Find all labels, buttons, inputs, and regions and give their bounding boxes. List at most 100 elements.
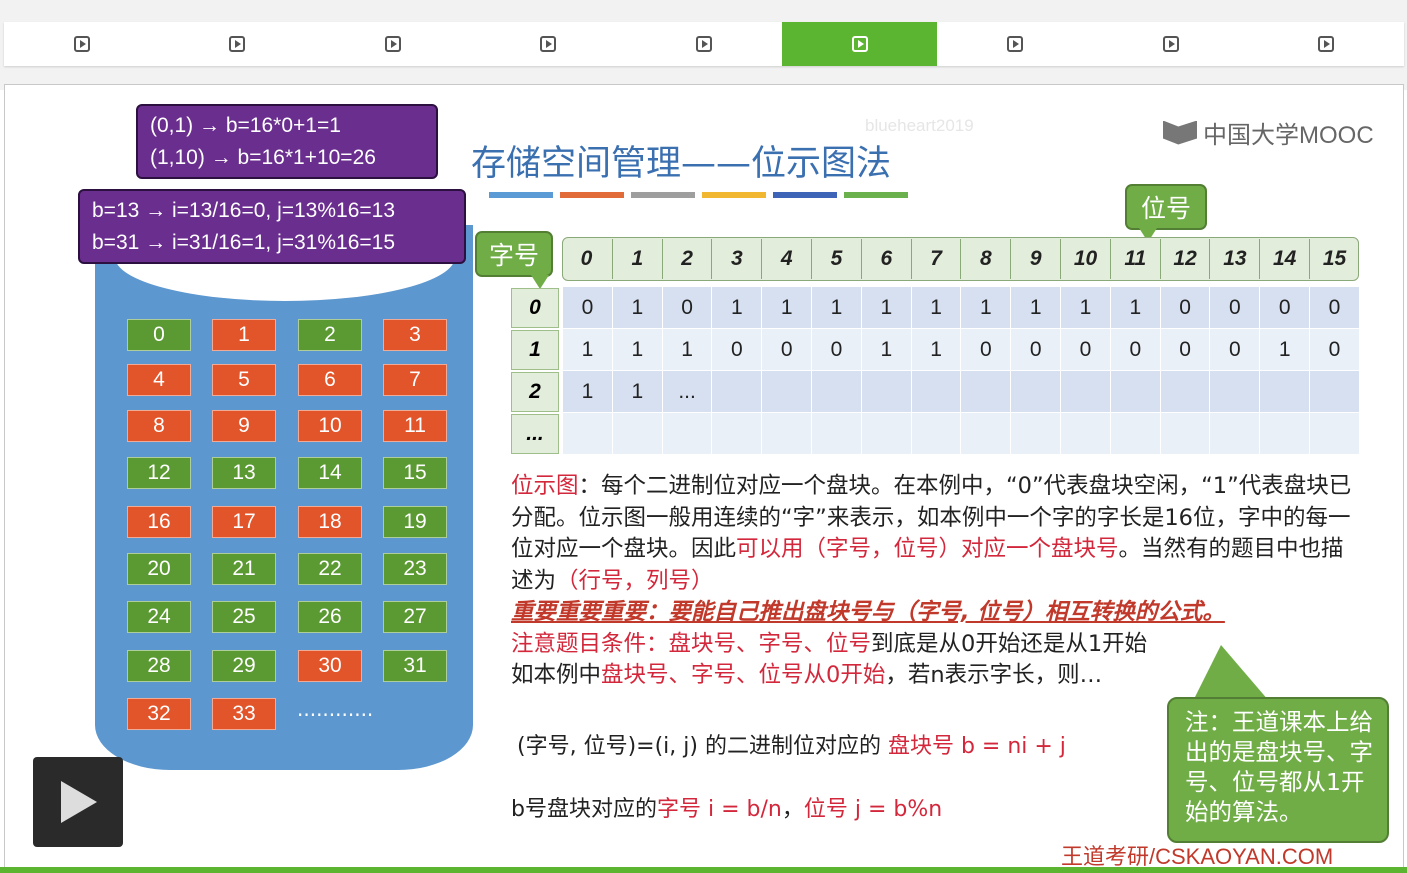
bit-cell: [1159, 371, 1210, 412]
bit-cell: [1309, 413, 1359, 454]
bit-cell: 1: [711, 287, 761, 328]
text-highlight: （行号，列号）: [556, 567, 714, 594]
bit-column-header: 11: [1109, 239, 1160, 279]
bit-cell: [761, 371, 811, 412]
bit-column-header: 14: [1259, 239, 1309, 279]
slide: blueheart2019 中国大学MOOC 存储空间管理——位示图法 0123…: [4, 84, 1404, 870]
bit-cell: [1060, 371, 1110, 412]
text-highlight: 盘块号、字号、位号从0开始: [601, 662, 886, 688]
bit-cell: 1: [910, 287, 961, 328]
disk-block: 23: [383, 553, 447, 585]
bit-column-header: 10: [1060, 239, 1110, 279]
term-bitmap: 位示图: [511, 473, 579, 499]
play-icon[interactable]: [33, 757, 123, 847]
disk-block: 2: [298, 319, 362, 351]
bit-cell: 1: [761, 287, 811, 328]
disk-cylinder: [95, 225, 473, 770]
bit-cell: 1: [910, 329, 961, 370]
disk-block: 17: [212, 506, 276, 538]
bit-cell: [910, 413, 961, 454]
disk-block: 15: [383, 457, 447, 489]
bit-cell: 0: [761, 329, 811, 370]
video-tab[interactable]: [626, 22, 782, 66]
bit-cell: 1: [611, 371, 662, 412]
bit-cell: 1: [960, 287, 1010, 328]
blocks-ellipsis: ............: [297, 697, 374, 721]
word-row-header: 2: [511, 372, 559, 412]
example-line: (0,1) → b=16*0+1=1: [150, 114, 341, 137]
example-line: (1,10) → b=16*1+10=26: [150, 146, 376, 169]
bit-cell: [1159, 413, 1210, 454]
bit-cell: [811, 413, 861, 454]
bit-cell: 0: [1309, 329, 1359, 370]
progress-bar[interactable]: [0, 867, 1407, 873]
bit-cell: [910, 371, 961, 412]
bit-cell: [711, 371, 761, 412]
play-icon: [229, 36, 246, 52]
disk-block: 29: [212, 650, 276, 682]
watermark: blueheart2019: [865, 116, 974, 135]
play-icon: [540, 36, 557, 52]
disk-block: 3: [383, 319, 447, 351]
play-icon: [851, 36, 868, 52]
disk-block: 25: [212, 601, 276, 633]
bit-cell: [860, 413, 911, 454]
example-line: b=31 → i=31/16=1, j=31%16=15: [92, 231, 396, 254]
video-tab[interactable]: [160, 22, 316, 66]
bit-cell: 0: [1060, 329, 1110, 370]
bit-cell: [761, 413, 811, 454]
bit-cell: [1010, 371, 1060, 412]
bit-column-header: 13: [1209, 239, 1259, 279]
text-run: ，若n表示字长，则…: [885, 662, 1103, 688]
bit-cell: [562, 413, 612, 454]
bit-cell: [661, 413, 712, 454]
bit-cell: 1: [1060, 287, 1110, 328]
bit-cell: [1109, 371, 1160, 412]
bit-cell: 1: [611, 287, 662, 328]
play-icon: [696, 36, 713, 52]
bit-cell: ...: [661, 371, 712, 412]
disk-block: 27: [383, 601, 447, 633]
video-tab[interactable]: [1093, 22, 1249, 66]
video-tab[interactable]: [937, 22, 1093, 66]
bit-cell: [1010, 413, 1060, 454]
label-word-number: 字号: [475, 231, 553, 277]
word-row-header: 1: [511, 330, 559, 370]
bit-cell: [860, 371, 911, 412]
bit-cell: [960, 413, 1010, 454]
title-underline: [702, 192, 766, 198]
bit-cell: [1109, 413, 1160, 454]
formula-highlight: 位号 j = b%n: [803, 797, 943, 822]
note-callout: 注：王道课本上给出的是盘块号、字号、位号都从1开始的算法。: [1167, 697, 1389, 843]
disk-block: 20: [127, 553, 191, 585]
bit-cell: 1: [562, 329, 612, 370]
text-highlight: 可以用（字号，位号）对应一个盘块号: [736, 536, 1119, 562]
video-tab[interactable]: [781, 22, 938, 66]
video-tab[interactable]: [315, 22, 471, 66]
bit-cell: 1: [1259, 329, 1309, 370]
word-row-header: ...: [511, 414, 559, 454]
disk-block: 13: [212, 457, 276, 489]
bit-cell: 0: [711, 329, 761, 370]
title-underline: [631, 192, 695, 198]
slide-title: 存储空间管理——位示图法: [471, 144, 892, 184]
example-line: b=13 → i=13/16=0, j=13%16=13: [92, 199, 396, 222]
label-bit-number: 位号: [1125, 184, 1207, 230]
bit-column-header: 6: [860, 239, 911, 279]
bit-column-header: 9: [1010, 239, 1060, 279]
bit-cell: [1209, 413, 1259, 454]
bit-cell: 0: [1209, 329, 1259, 370]
disk-block: 26: [298, 601, 362, 633]
bit-cell: 0: [1159, 329, 1210, 370]
bit-cell: 0: [1109, 329, 1160, 370]
video-tab[interactable]: [4, 22, 160, 66]
bit-cell: 1: [860, 287, 911, 328]
bit-column-header: 2: [661, 239, 712, 279]
bit-column-header: 8: [960, 239, 1010, 279]
video-tab[interactable]: [1249, 22, 1405, 66]
play-icon: [73, 36, 90, 52]
bit-column-header: 12: [1159, 239, 1210, 279]
video-tab[interactable]: [471, 22, 627, 66]
bit-cell: 0: [562, 287, 612, 328]
mooc-logo: 中国大学MOOC: [1163, 115, 1374, 150]
